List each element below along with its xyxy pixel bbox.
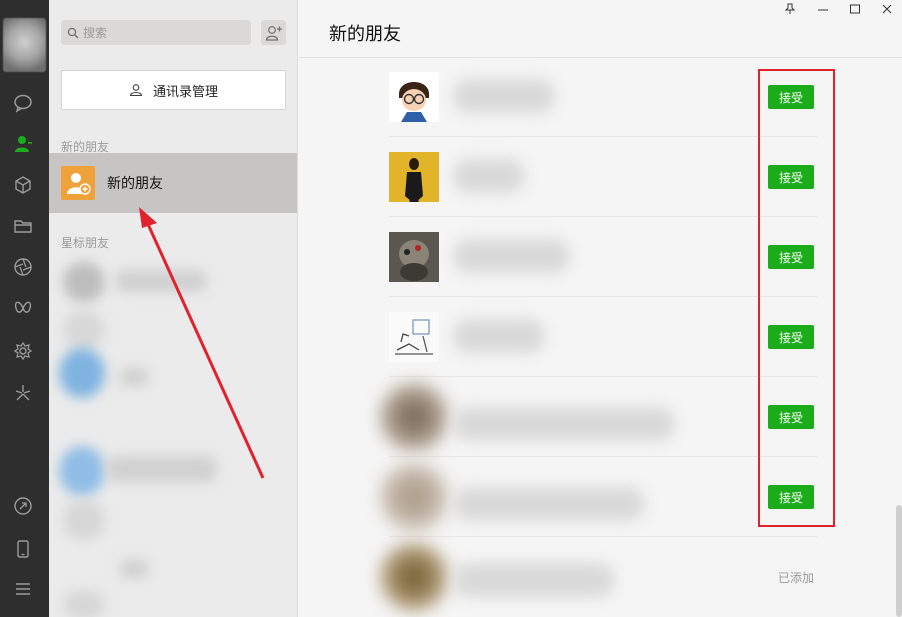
accept-button[interactable]: 接受	[768, 245, 814, 269]
contacts-manage-button[interactable]: 通讯录管理	[61, 70, 286, 110]
friend-avatar	[389, 72, 439, 122]
new-friends-item[interactable]: 新的朋友	[49, 153, 297, 213]
menu-icon[interactable]	[10, 576, 36, 602]
add-person-icon	[265, 25, 282, 41]
sidebar-rail	[0, 0, 49, 617]
chat-bubble-icon[interactable]	[10, 90, 36, 116]
friend-request-row: 接受	[379, 457, 817, 537]
minimize-icon	[818, 9, 828, 11]
accept-button[interactable]: 接受	[768, 485, 814, 509]
aperture-icon[interactable]	[10, 254, 36, 280]
friend-avatar	[379, 382, 449, 452]
gear-flower-icon[interactable]	[10, 338, 36, 364]
cube-icon[interactable]	[10, 172, 36, 198]
accept-button[interactable]: 接受	[768, 165, 814, 189]
page-title: 新的朋友	[329, 24, 401, 45]
friend-avatar	[389, 232, 439, 282]
friend-request-row: 接受	[389, 297, 817, 377]
main-panel: 新的朋友 接受 接受 接受 接受 接受 接受 已添加	[299, 0, 902, 617]
pin-button[interactable]	[775, 0, 805, 18]
friend-name	[454, 487, 644, 521]
accept-button[interactable]: 接受	[768, 85, 814, 109]
friend-avatar	[389, 312, 439, 362]
minimize-button[interactable]	[808, 0, 838, 18]
accept-button[interactable]: 接受	[768, 405, 814, 429]
scrollbar[interactable]	[896, 505, 902, 617]
main-header: 新的朋友	[299, 0, 902, 58]
search-icon	[67, 27, 79, 38]
friend-avatar	[379, 542, 449, 612]
user-avatar[interactable]	[3, 18, 46, 72]
search-input[interactable]	[83, 25, 233, 40]
friend-request-row: 接受	[389, 57, 817, 137]
close-button[interactable]	[872, 0, 902, 18]
friend-request-row: 接受	[379, 377, 817, 457]
contacts-panel: 通讯录管理 新的朋友 新的朋友 星标朋友	[49, 0, 298, 617]
pin-icon	[784, 3, 796, 14]
friend-request-row: 接受	[389, 217, 817, 297]
phone-icon[interactable]	[10, 536, 36, 562]
added-status: 已添加	[777, 571, 814, 585]
friend-avatar	[389, 152, 439, 202]
friend-name	[454, 79, 554, 113]
butterfly-icon[interactable]	[10, 295, 36, 321]
contacts-icon[interactable]	[10, 131, 36, 157]
section-label-starred: 星标朋友	[61, 236, 110, 250]
friend-request-row: 接受	[389, 137, 817, 217]
search-box[interactable]	[61, 20, 251, 45]
add-contact-button[interactable]	[261, 20, 286, 45]
link-icon[interactable]	[10, 493, 36, 519]
friend-request-row: 已添加	[379, 537, 817, 617]
sparkle-icon[interactable]	[10, 380, 36, 406]
maximize-icon	[850, 4, 860, 14]
new-friends-label: 新的朋友	[107, 176, 163, 192]
contacts-manage-icon	[129, 84, 143, 97]
friend-name	[454, 239, 569, 273]
wechat-window: 通讯录管理 新的朋友 新的朋友 星标朋友 新的朋友	[0, 0, 902, 617]
friend-name	[454, 319, 544, 353]
new-friend-icon	[61, 166, 95, 200]
contacts-manage-label: 通讯录管理	[152, 84, 218, 100]
friend-avatar	[379, 462, 449, 532]
friend-name	[454, 563, 614, 597]
maximize-button[interactable]	[840, 0, 870, 18]
folder-icon[interactable]	[10, 213, 36, 239]
friend-name	[454, 159, 524, 193]
friend-name	[454, 407, 674, 441]
close-icon	[882, 4, 892, 14]
accept-button[interactable]: 接受	[768, 325, 814, 349]
